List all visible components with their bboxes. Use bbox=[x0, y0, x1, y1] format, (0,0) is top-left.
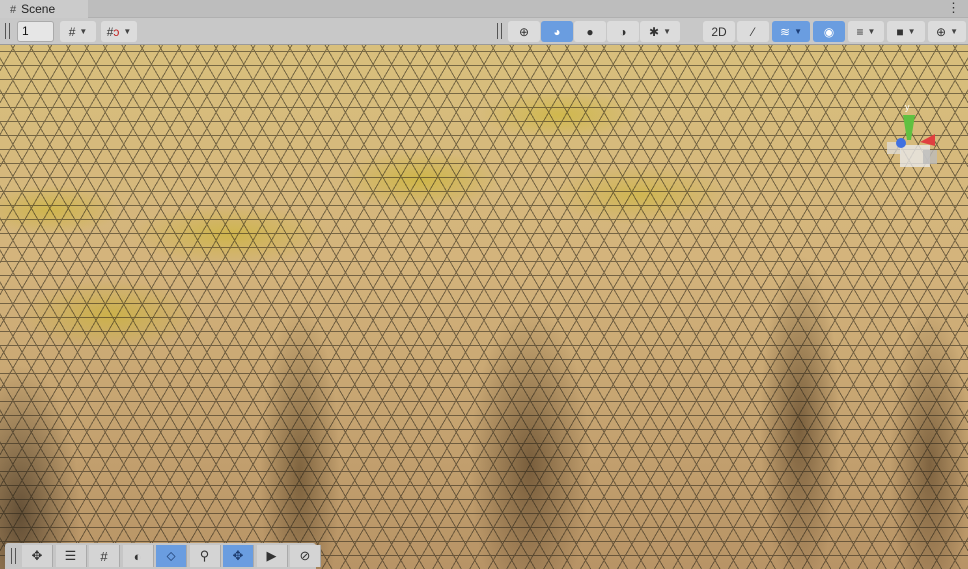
brush-settings-button[interactable]: ☰ bbox=[55, 545, 87, 567]
compass-icon: ⊘ bbox=[299, 548, 311, 563]
scene-viewport[interactable]: y bbox=[0, 45, 968, 569]
tab-scene[interactable]: # Scene bbox=[0, 0, 88, 18]
effects-icon: ≋ bbox=[780, 24, 791, 39]
magnet-grid-icon: #ↄ bbox=[106, 24, 120, 39]
search-icon: ⚲ bbox=[199, 548, 210, 563]
search-button[interactable]: ⚲ bbox=[189, 545, 221, 567]
tab-label: Scene bbox=[21, 2, 56, 16]
orientation-gizmo[interactable]: y bbox=[885, 100, 945, 170]
shaded-wireframe-button[interactable]: ◕ bbox=[541, 21, 573, 42]
camera-view-button[interactable]: ▶ bbox=[256, 545, 288, 567]
audio-toggle-button[interactable]: ⁄ bbox=[737, 21, 769, 42]
move-icon: ✥ bbox=[31, 548, 43, 563]
chevron-down-icon[interactable]: ▼ bbox=[908, 27, 916, 36]
camera-icon: ■ bbox=[896, 24, 904, 39]
2d-toggle-icon: 2D bbox=[711, 24, 727, 39]
drag-handle[interactable] bbox=[11, 548, 16, 564]
wireframe-icon: ⊕ bbox=[518, 24, 530, 39]
increment-snap-button[interactable]: #ↄ ▼ bbox=[101, 21, 137, 42]
shading-icon: ◐ bbox=[133, 548, 142, 564]
scene-toolbar: 1 # ▼ #ↄ ▼ ⊕ ◕ ● ◑ ✱ ▼ 2D ⁄ ≋ ▼ ◉ ≡ ▼ ■ ▼ ⊕ ▼ bbox=[0, 18, 968, 45]
camera-view-icon: ▶ bbox=[266, 548, 277, 563]
chevron-down-icon[interactable]: ▼ bbox=[79, 27, 87, 36]
chevron-down-icon[interactable]: ▼ bbox=[663, 27, 671, 36]
effects-button[interactable]: ≋ ▼ bbox=[772, 21, 810, 42]
layers-icon: ≡ bbox=[856, 24, 864, 39]
axis-y-label: y bbox=[905, 102, 910, 112]
terrain-wireframe bbox=[0, 45, 968, 569]
shaded-wireframe-icon: ◕ bbox=[553, 24, 561, 39]
grid-snap-icon: # bbox=[68, 24, 76, 39]
wireframe-button[interactable]: ⊕ bbox=[508, 21, 540, 42]
drag-handle[interactable] bbox=[5, 23, 10, 39]
chevron-down-icon[interactable]: ▼ bbox=[123, 27, 131, 36]
drag-handle[interactable] bbox=[497, 23, 502, 39]
wireframe-grid-button[interactable]: # bbox=[89, 545, 120, 567]
shaded-icon: ● bbox=[586, 24, 594, 39]
chevron-down-icon[interactable]: ▼ bbox=[794, 27, 802, 36]
grid-snap-button[interactable]: # ▼ bbox=[60, 21, 96, 42]
chevron-down-icon[interactable]: ▼ bbox=[950, 27, 958, 36]
mesh-select-icon: ⬦ bbox=[166, 548, 176, 563]
2d-toggle-button[interactable]: 2D bbox=[703, 21, 735, 42]
chevron-down-icon[interactable]: ▼ bbox=[868, 27, 876, 36]
grid-size-input[interactable]: 1 bbox=[17, 21, 54, 42]
grid-icon: # bbox=[10, 4, 17, 16]
gizmos-button[interactable]: ⊕ ▼ bbox=[928, 21, 966, 42]
camera-button[interactable]: ■ ▼ bbox=[887, 21, 925, 42]
mesh-select-button[interactable]: ⬦ bbox=[156, 545, 187, 567]
visibility-button[interactable]: ◉ bbox=[813, 21, 845, 42]
vertex-move-button[interactable]: ✥ bbox=[223, 545, 254, 567]
debug-button[interactable]: ✱ ▼ bbox=[640, 21, 680, 42]
shaded-button[interactable]: ● bbox=[574, 21, 606, 42]
gizmos-icon: ⊕ bbox=[936, 24, 947, 39]
unlit-button[interactable]: ◑ bbox=[607, 21, 639, 42]
more-options-icon[interactable]: ⋮ bbox=[947, 0, 960, 16]
wireframe-grid-icon: # bbox=[100, 548, 108, 564]
move-button[interactable]: ✥ bbox=[22, 545, 53, 567]
debug-icon: ✱ bbox=[649, 24, 660, 39]
visibility-icon: ◉ bbox=[823, 24, 835, 39]
overlay-toolbar: ✥ ☰ # ◐ ⬦ ⚲ ✥ ▶ ⊘ bbox=[5, 543, 321, 569]
tab-bar: # Scene ⋮ bbox=[0, 0, 968, 18]
brush-settings-icon: ☰ bbox=[64, 548, 77, 563]
audio-toggle-icon: ⁄ bbox=[751, 24, 754, 39]
layers-button[interactable]: ≡ ▼ bbox=[848, 21, 884, 42]
unlit-icon: ◑ bbox=[619, 24, 627, 39]
vertex-move-icon: ✥ bbox=[232, 548, 244, 563]
shading-button[interactable]: ◐ bbox=[122, 545, 154, 567]
compass-button[interactable]: ⊘ bbox=[290, 545, 321, 567]
